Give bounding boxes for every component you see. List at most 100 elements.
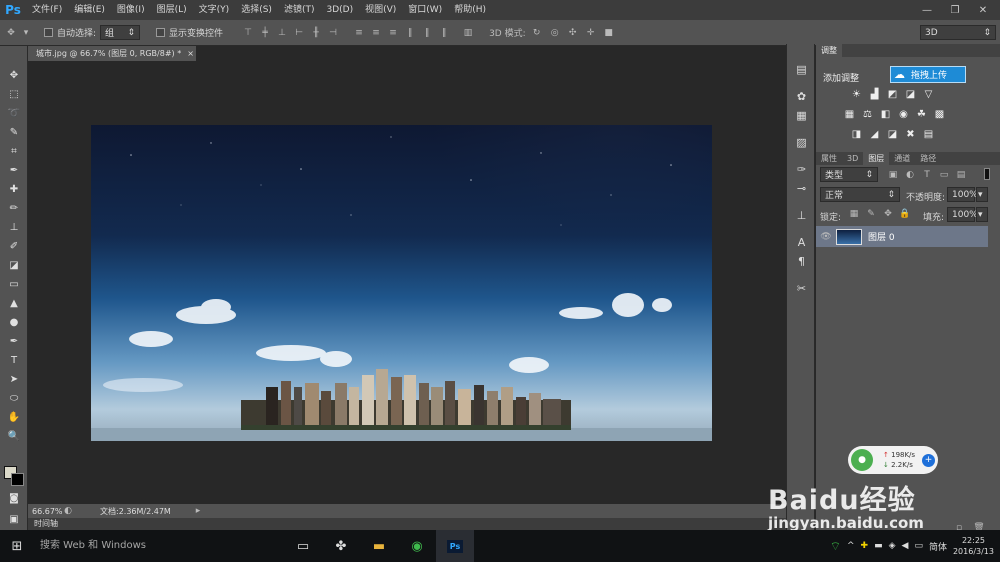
crop-tool-icon[interactable]: ⌗ (0, 142, 28, 161)
workspace-dropdown[interactable]: 3D ⇕ (920, 25, 996, 40)
file-explorer-icon[interactable]: ▬ (360, 530, 398, 562)
fill-dropdown[interactable]: ▾ (976, 207, 988, 222)
menu-item-10[interactable]: 帮助(H) (448, 0, 492, 20)
3d-roll-icon[interactable]: ◎ (548, 26, 562, 40)
tab-3d[interactable]: 3D (842, 152, 863, 165)
tray-app-icon[interactable]: ✚ (861, 541, 869, 551)
eraser-tool-icon[interactable]: ◪ (0, 256, 28, 275)
fill-input[interactable]: 100% (947, 207, 978, 222)
photoshop-taskbar-icon[interactable]: Ps (436, 530, 474, 562)
history-panel-icon[interactable]: ▤ (787, 60, 816, 79)
clone-source-icon[interactable]: ⊥ (787, 206, 816, 225)
exposure-icon[interactable]: ◪ (904, 89, 917, 100)
distribute-right-icon[interactable]: ‖ (437, 26, 451, 40)
task-view-icon[interactable]: ▭ (284, 530, 322, 562)
3d-slide-icon[interactable]: ✛ (584, 26, 598, 40)
invert-icon[interactable]: ◨ (850, 129, 863, 140)
align-bottom-icon[interactable]: ⊥ (275, 26, 289, 40)
eyedropper-tool-icon[interactable]: ✒ (0, 161, 28, 180)
brightness-icon[interactable]: ☀ (850, 89, 863, 100)
curves-icon[interactable]: ◩ (886, 89, 899, 100)
align-top-icon[interactable]: ⊤ (241, 26, 255, 40)
city-skyline-image[interactable] (91, 125, 712, 441)
menu-item-3[interactable]: 图层(L) (151, 0, 193, 20)
drag-upload-button[interactable]: ☁ 拖拽上传 (890, 66, 966, 83)
document-size[interactable]: 文档:2.36M/2.47M (100, 506, 192, 517)
taskbar-search[interactable]: 搜索 Web 和 Windows (34, 530, 284, 562)
brush-panel-icon[interactable]: ✑ (787, 160, 816, 179)
smart-filter-icon[interactable]: ▤ (954, 168, 968, 182)
history-brush-tool-icon[interactable]: ✐ (0, 237, 28, 256)
layer-row[interactable]: 👁 图层 0 (816, 226, 988, 247)
align-center-icon[interactable]: ╫ (309, 26, 323, 40)
3d-rotate-icon[interactable]: ↻ (530, 26, 544, 40)
lock-position-icon[interactable]: ✥ (881, 207, 895, 221)
lock-transparent-icon[interactable]: ▦ (847, 207, 861, 221)
tool-presets-icon[interactable]: ✂ (787, 279, 816, 298)
3d-drag-icon[interactable]: ✣ (566, 26, 580, 40)
align-left-icon[interactable]: ⊢ (292, 26, 306, 40)
tray-up-icon[interactable]: ^ (847, 541, 855, 551)
color-balance-icon[interactable]: ⚖ (861, 109, 874, 120)
opacity-dropdown[interactable]: ▾ (976, 187, 988, 202)
opacity-input[interactable]: 100% (947, 187, 978, 202)
posterize-icon[interactable]: ◢ (868, 129, 881, 140)
align-right-icon[interactable]: ⊣ (326, 26, 340, 40)
blend-mode-dropdown[interactable]: 正常 ⇕ (820, 187, 900, 202)
status-menu-arrow-icon[interactable]: ▸ (192, 504, 204, 518)
swatches-panel-icon[interactable]: ✿ (787, 87, 816, 106)
clone-stamp-tool-icon[interactable]: ⊥ (0, 218, 28, 237)
battery-icon[interactable]: ▬ (874, 541, 883, 551)
photo-filter-icon[interactable]: ◉ (897, 109, 910, 120)
quick-mask-icon[interactable]: ◙ (0, 489, 28, 508)
channel-mixer-icon[interactable]: ☘ (915, 109, 928, 120)
lock-pixels-icon[interactable]: ✎ (864, 207, 878, 221)
timeline-panel[interactable]: 时间轴 (28, 518, 786, 530)
restore-icon[interactable]: ❐ (942, 3, 968, 17)
menu-item-2[interactable]: 图像(I) (111, 0, 151, 20)
ime-label[interactable]: 简体 (929, 540, 947, 553)
tab-channels[interactable]: 通道 (889, 152, 915, 165)
notification-icon[interactable]: ▭ (914, 541, 923, 551)
blur-tool-icon[interactable]: ▲ (0, 294, 28, 313)
type-filter-icon[interactable]: T (920, 168, 934, 182)
menu-item-0[interactable]: 文件(F) (26, 0, 68, 20)
move-tool-icon[interactable]: ✥ (0, 66, 28, 85)
ellipse-tool-icon[interactable]: ⬭ (0, 389, 28, 408)
menu-item-1[interactable]: 编辑(E) (68, 0, 111, 20)
background-color-swatch[interactable] (11, 473, 24, 486)
lasso-tool-icon[interactable]: ➰ (0, 104, 28, 123)
shape-filter-icon[interactable]: ▭ (937, 168, 951, 182)
layer-filter-dropdown[interactable]: 类型 ⇕ (820, 167, 878, 182)
move-tool-icon[interactable]: ✥ (4, 26, 18, 40)
brush-presets-icon[interactable]: ⊸ (787, 179, 816, 198)
threshold-icon[interactable]: ◪ (886, 129, 899, 140)
screen-mode-icon[interactable]: ▣ (0, 510, 28, 529)
menu-item-6[interactable]: 滤镜(T) (278, 0, 321, 20)
3d-camera-icon[interactable]: ■ (602, 26, 616, 40)
gradient-tool-icon[interactable]: ▭ (0, 275, 28, 294)
path-select-tool-icon[interactable]: ➤ (0, 370, 28, 389)
distribute-top-icon[interactable]: ≡ (352, 26, 366, 40)
filter-toggle[interactable] (984, 168, 990, 180)
network-icon[interactable]: ◈ (889, 541, 896, 551)
type-tool-icon[interactable]: T (0, 351, 28, 370)
character-panel-icon[interactable]: A (787, 233, 816, 252)
paragraph-panel-icon[interactable]: ¶ (787, 252, 816, 271)
align-middle-icon[interactable]: ╪ (258, 26, 272, 40)
vibrance-icon[interactable]: ▽ (922, 89, 935, 100)
plus-icon[interactable]: + (922, 453, 935, 467)
marquee-tool-icon[interactable]: ⬚ (0, 85, 28, 104)
navigator-panel-icon[interactable]: ▨ (787, 133, 816, 152)
clock[interactable]: 22:25 2016/3/13 (953, 535, 994, 557)
close-tab-icon[interactable]: × (187, 49, 194, 58)
distribute-left-icon[interactable]: ‖ (403, 26, 417, 40)
pinwheel-app-icon[interactable]: ✤ (322, 530, 360, 562)
lock-all-icon[interactable]: 🔒 (898, 207, 912, 221)
minimize-icon[interactable]: — (914, 3, 940, 17)
chevron-down-icon[interactable]: ▾ (22, 26, 30, 40)
menu-item-8[interactable]: 视图(V) (359, 0, 402, 20)
windows-start-icon[interactable]: ⊞ (0, 530, 34, 562)
distribute-bottom-icon[interactable]: ≡ (386, 26, 400, 40)
close-icon[interactable]: ✕ (970, 3, 996, 17)
